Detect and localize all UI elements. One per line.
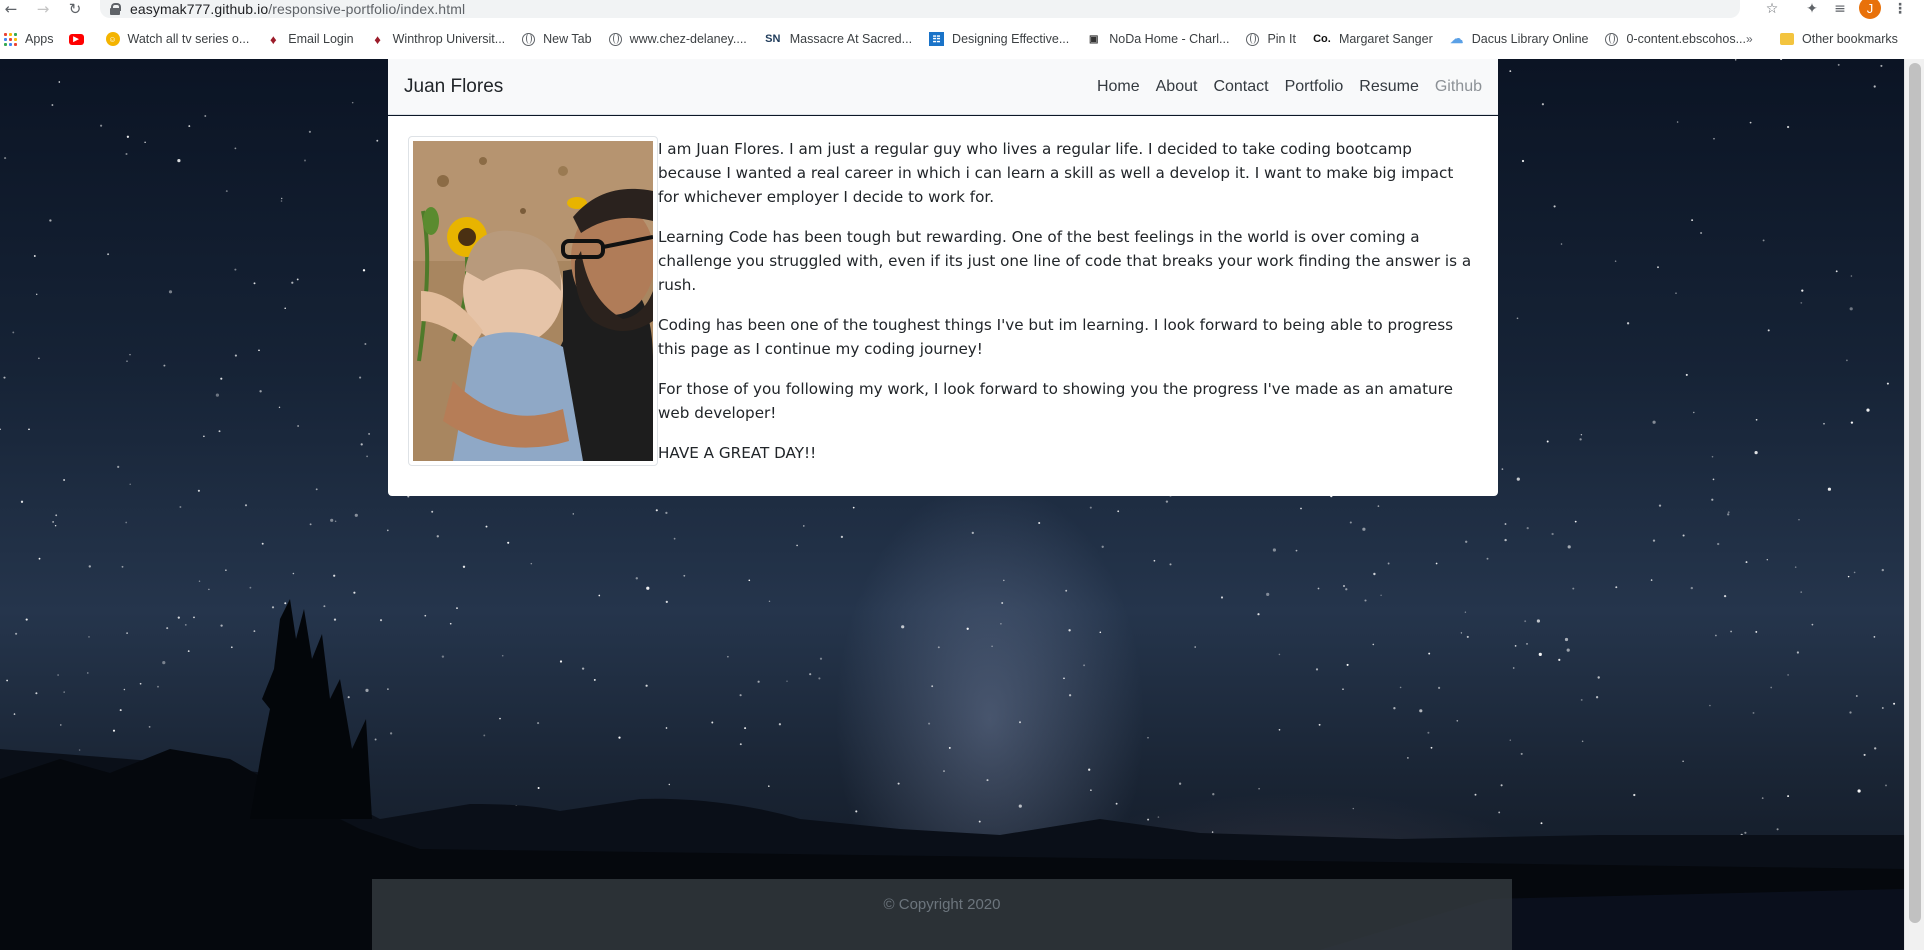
forward-button[interactable]: → [32, 0, 54, 18]
bio-paragraph: For those of you following my work, I lo… [658, 380, 1453, 422]
nav-about-link[interactable]: About [1156, 78, 1198, 96]
bookmark-dacus-library[interactable]: ☁ Dacus Library Online [1442, 26, 1598, 52]
photo-father-and-baby [413, 141, 653, 461]
bio-paragraph: HAVE A GREAT DAY!! [658, 444, 817, 462]
noda-icon: ▣ [1089, 33, 1099, 45]
book-icon: ☷ [929, 32, 945, 46]
nav-contact-link[interactable]: Contact [1213, 78, 1268, 96]
bookmark-youtube[interactable]: ▶ [63, 26, 98, 52]
bookmark-designing[interactable]: ☷ Designing Effective... [921, 26, 1078, 52]
url-text[interactable]: easymak777.github.io/responsive-portfoli… [130, 1, 465, 17]
more-bookmarks-chevron-icon[interactable]: » [1746, 26, 1753, 52]
lock-icon [110, 3, 121, 15]
bookmark-other-folder[interactable]: Other bookmarks [1772, 26, 1907, 52]
star-bookmark-icon[interactable]: ☆ [1752, 0, 1792, 18]
nav-github-link[interactable]: Github [1435, 78, 1482, 96]
address-bar[interactable]: easymak777.github.io/responsive-portfoli… [100, 0, 1740, 18]
bookmark-noda[interactable]: ▣ NoDa Home - Charl... [1078, 26, 1238, 52]
bio-paragraph: Learning Code has been tough but rewardi… [658, 228, 1472, 294]
bookmark-massacre[interactable]: SN Massacre At Sacred... [756, 26, 921, 52]
reload-button[interactable]: ↻ [64, 0, 86, 18]
nav-portfolio-link[interactable]: Portfolio [1285, 78, 1344, 96]
nav-resume-link[interactable]: Resume [1359, 78, 1419, 96]
copyright-text: © Copyright 2020 [883, 896, 1001, 913]
browser-toolbar: ← → ↻ easymak777.github.io/responsive-po… [0, 0, 1924, 19]
vertical-scrollbar[interactable] [1904, 59, 1924, 950]
co-icon: Co. [1313, 33, 1331, 45]
back-button[interactable]: ← [0, 0, 22, 18]
menu-kebab-icon[interactable]: ⋮ [1880, 0, 1920, 18]
globe-icon [522, 32, 536, 46]
bookmark-ebscohost[interactable]: 0-content.ebscohos... [1597, 26, 1755, 52]
nav-links: Home About Contact Portfolio Resume Gith… [1081, 78, 1482, 96]
bookmark-email-login[interactable]: ♦ Email Login [258, 26, 362, 52]
winthrop-eagle-icon: ♦ [374, 31, 381, 47]
scrollbar-thumb[interactable] [1909, 63, 1921, 923]
profile-photo [408, 136, 658, 466]
globe-icon [1246, 32, 1260, 46]
bio-paragraph: I am Juan Flores. I am just a regular gu… [658, 140, 1454, 206]
bookmark-chez-delaney[interactable]: www.chez-delaney.... [601, 26, 756, 52]
folder-icon [1780, 33, 1794, 45]
apps-grid-icon [4, 32, 17, 46]
smiley-cat-icon: ☺ [105, 32, 120, 46]
bookmark-watch-tv[interactable]: ☺ Watch all tv series o... [98, 26, 259, 52]
site-footer: © Copyright 2020 [372, 879, 1512, 950]
winthrop-eagle-icon: ♦ [269, 31, 277, 47]
page-viewport: Juan Flores Home About Contact Portfolio… [0, 59, 1904, 950]
bio-text: I am Juan Flores. I am just a regular gu… [658, 137, 1478, 481]
bookmark-pin-it[interactable]: Pin It [1238, 26, 1305, 52]
globe-icon [1605, 32, 1619, 46]
avatar: J [1859, 0, 1881, 19]
bookmark-apps[interactable]: Apps [0, 26, 63, 52]
cloud-icon: ☁ [1450, 31, 1464, 46]
sn-icon: SN [765, 33, 781, 45]
bio-paragraph: Coding has been one of the toughest thin… [658, 316, 1454, 358]
bookmarks-bar: Apps ▶ ☺ Watch all tv series o... ♦ Emai… [0, 26, 1924, 52]
youtube-icon: ▶ [68, 33, 84, 45]
bookmark-winthrop[interactable]: ♦ Winthrop Universit... [363, 26, 515, 52]
site-navbar: Juan Flores Home About Contact Portfolio… [388, 59, 1498, 115]
about-card: I am Juan Flores. I am just a regular gu… [388, 116, 1498, 496]
site-brand[interactable]: Juan Flores [404, 76, 503, 98]
globe-icon [608, 32, 622, 46]
bookmark-margaret-sanger[interactable]: Co. Margaret Sanger [1305, 26, 1442, 52]
nav-home-link[interactable]: Home [1097, 78, 1140, 96]
bookmark-new-tab[interactable]: New Tab [514, 26, 600, 52]
